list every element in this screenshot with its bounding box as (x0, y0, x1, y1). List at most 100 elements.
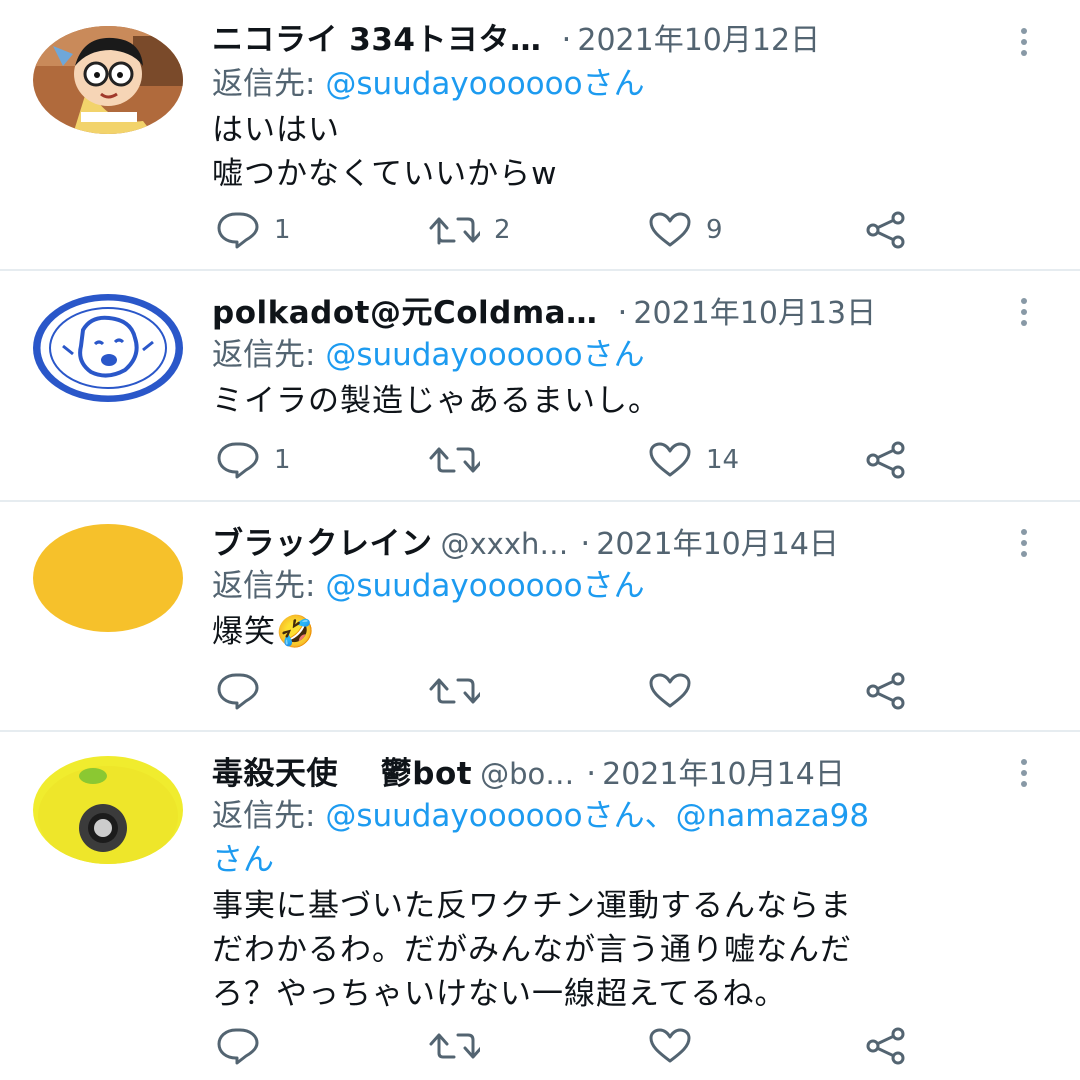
display-name[interactable]: ニコライ 334トヨタ… (212, 22, 542, 58)
share-icon (866, 1027, 905, 1065)
reply-context: 返信先: @suudayooooooさん (212, 564, 1040, 608)
reply-suffix-2: さん (212, 842, 274, 878)
reply-mention[interactable]: @suudayoooooo (325, 798, 582, 834)
share-icon (866, 672, 905, 710)
share-icon (866, 441, 905, 479)
reply-suffix: さん (582, 66, 645, 102)
tweet-text-line: 事実に基づいた反ワクチン運動するんならま (212, 888, 852, 924)
timestamp[interactable]: 2021年10月14日 (596, 527, 839, 562)
reply-label: 返信先: (212, 337, 326, 373)
like-count: 9 (706, 215, 723, 245)
reply-mention-2[interactable]: @namaza98 (676, 798, 870, 834)
reply-button[interactable] (216, 669, 274, 713)
tweet-3[interactable]: ブラックレイン @xxxh… · 2021年10月14日 返信先: @suudayoo… (0, 502, 1080, 730)
retweet-count: 2 (494, 215, 511, 245)
retweet-icon (429, 1033, 480, 1059)
reply-suffix: さん (582, 337, 645, 373)
action-bar (212, 1024, 932, 1068)
reply-suffix: さん (582, 568, 645, 604)
retweet-button[interactable] (428, 1024, 494, 1068)
share-button[interactable] (864, 669, 908, 713)
avatar[interactable] (33, 756, 183, 864)
tweet-text-line: ろ？やっちゃいけない一線超えてるね。 (212, 976, 787, 1012)
reply-mention[interactable]: @suudayoooooo (325, 337, 582, 373)
reply-button[interactable] (216, 1024, 274, 1068)
reply-count: 1 (274, 445, 291, 475)
tweet-header: 毒殺天使 鬱bot @bo… · 2021年10月14日 (212, 752, 1040, 796)
more-options-icon[interactable] (1014, 759, 1034, 789)
tweet-2[interactable]: polkadot@元Coldma… · 2021年10月13日 返信先: @suud… (0, 271, 1080, 500)
reply-label: 返信先: (212, 798, 326, 834)
more-options-icon[interactable] (1014, 28, 1034, 58)
like-button[interactable] (648, 1024, 706, 1068)
display-name[interactable]: ブラックレイン (212, 526, 433, 562)
tweet-header: ブラックレイン @xxxh… · 2021年10月14日 (212, 522, 1040, 566)
tweet-text-line: 爆笑🤣 (212, 614, 316, 650)
retweet-icon (429, 678, 480, 704)
share-icon (866, 211, 905, 249)
retweet-icon (429, 447, 480, 473)
action-bar (212, 669, 932, 713)
like-button[interactable] (648, 669, 706, 713)
heart-icon (649, 1028, 691, 1063)
blue-stamp-avatar-icon (33, 294, 183, 402)
yellow-circle-avatar-icon (33, 524, 183, 632)
tweet-text: 爆笑🤣 (212, 610, 1030, 654)
tweet-header: polkadot@元Coldma… · 2021年10月13日 (212, 291, 1040, 335)
user-handle[interactable]: @xxxh… (441, 527, 569, 561)
user-handle[interactable]: @bo… (480, 757, 574, 791)
tweet-1[interactable]: ニコライ 334トヨタ… · 2021年10月12日 返信先: @suudayooo… (0, 0, 1080, 270)
avatar[interactable] (33, 524, 183, 632)
share-button[interactable] (864, 438, 908, 482)
retweet-button[interactable] (428, 669, 494, 713)
reply-button[interactable]: 1 (216, 208, 291, 252)
tweet-text-line: 嘘つかなくていいからw (212, 156, 558, 192)
timestamp[interactable]: 2021年10月14日 (602, 757, 845, 792)
display-name[interactable]: polkadot@元Coldma… (212, 295, 598, 331)
heart-icon (649, 673, 691, 708)
yellow-eye-avatar-icon (33, 756, 183, 864)
reply-context: 返信先: @suudayooooooさん (212, 333, 1040, 377)
retweet-button[interactable] (428, 438, 494, 482)
reply-icon (217, 1028, 259, 1065)
reply-suffix: さん、 (582, 798, 676, 834)
like-count: 14 (706, 445, 740, 475)
like-button[interactable]: 14 (648, 438, 739, 482)
more-options-icon[interactable] (1014, 298, 1034, 328)
display-name[interactable]: 毒殺天使 鬱bot (212, 756, 472, 792)
reply-button[interactable]: 1 (216, 438, 291, 482)
avatar[interactable] (33, 26, 183, 134)
separator: · (580, 526, 591, 562)
separator: · (561, 22, 572, 58)
avatar[interactable] (33, 294, 183, 402)
share-button[interactable] (864, 208, 908, 252)
reply-label: 返信先: (212, 568, 326, 604)
heart-icon (649, 442, 691, 477)
reply-icon (217, 673, 259, 710)
reply-mention[interactable]: @suudayoooooo (325, 568, 582, 604)
reply-context: 返信先: @suudayooooooさん、@namaza98 さん (212, 794, 1040, 882)
retweet-icon (429, 217, 480, 245)
tweet-text-line: はいはい (212, 112, 340, 148)
action-bar: 1 2 9 (212, 208, 932, 252)
reply-count: 1 (274, 215, 291, 245)
share-button[interactable] (864, 1024, 908, 1068)
like-button[interactable]: 9 (648, 208, 723, 252)
tweet-4[interactable]: 毒殺天使 鬱bot @bo… · 2021年10月14日 返信先: @suudayoo… (0, 732, 1080, 1080)
timestamp[interactable]: 2021年10月13日 (633, 296, 876, 331)
heart-icon (649, 212, 691, 247)
tweet-text: ミイラの製造じゃあるまいし。 (212, 379, 1030, 423)
retweet-button[interactable]: 2 (428, 208, 511, 252)
reply-label: 返信先: (212, 66, 326, 102)
separator: · (617, 295, 628, 331)
tweet-header: ニコライ 334トヨタ… · 2021年10月12日 (212, 18, 1040, 62)
reply-mention[interactable]: @suudayoooooo (325, 66, 582, 102)
separator: · (586, 756, 597, 792)
more-options-icon[interactable] (1014, 529, 1034, 559)
reply-icon (217, 442, 259, 479)
tweet-text-line: だわかるわ。だがみんなが言う通り嘘なんだ (212, 932, 852, 968)
timestamp[interactable]: 2021年10月12日 (577, 23, 820, 58)
action-bar: 1 14 (212, 438, 932, 482)
reply-context: 返信先: @suudayooooooさん (212, 62, 1040, 106)
tweet-text-line: ミイラの製造じゃあるまいし。 (212, 383, 660, 419)
